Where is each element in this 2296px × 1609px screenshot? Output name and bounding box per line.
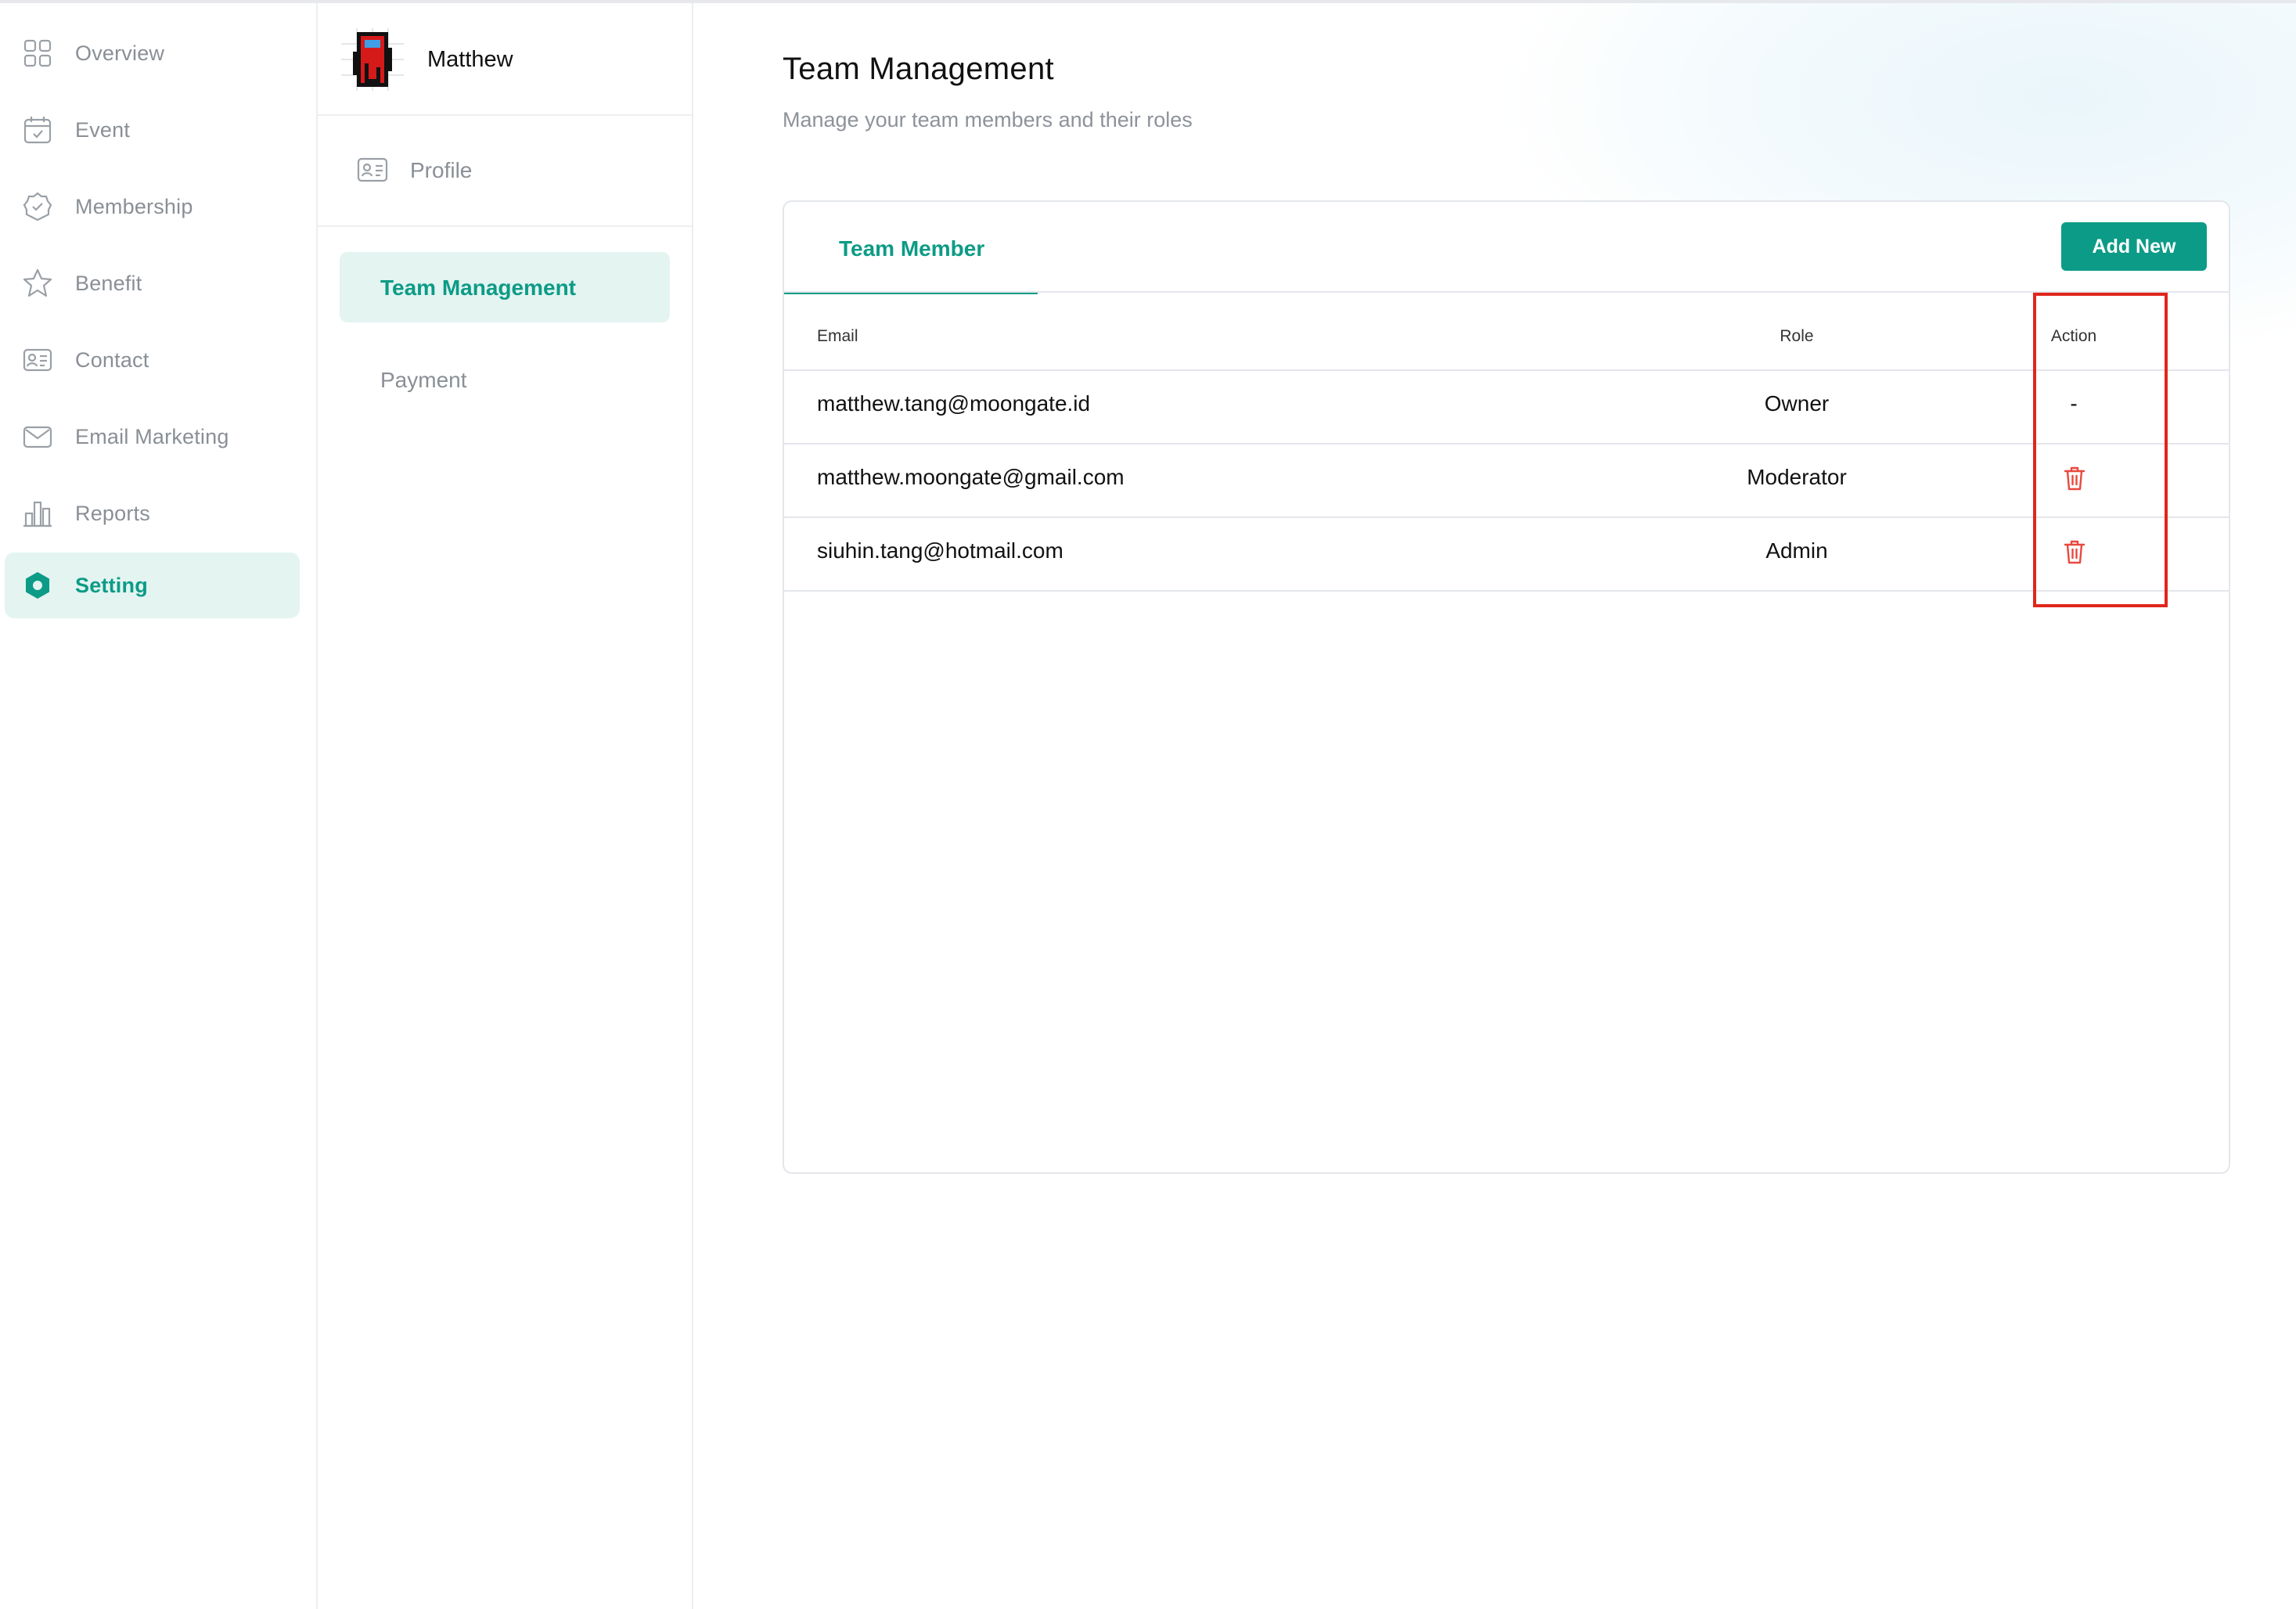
row-divider (784, 517, 2229, 518)
nav-item-contact[interactable]: Contact (5, 327, 300, 393)
app-window: Overview Event Membership Benefit Contac… (0, 0, 2296, 1609)
username: Matthew (427, 47, 513, 72)
row-divider (784, 590, 2229, 592)
page-subtitle: Manage your team members and their roles (783, 108, 1193, 131)
user-header: Matthew (318, 3, 692, 116)
tab-team-member[interactable]: Team Member (784, 202, 1038, 294)
hexagon-icon (22, 570, 53, 601)
bar-chart-icon (22, 498, 53, 529)
badge-check-icon (22, 191, 53, 222)
nav-label: Email Marketing (75, 424, 229, 448)
row-divider (784, 369, 2229, 371)
nav-label: Overview (75, 41, 165, 65)
profile-menu-item[interactable]: Profile (318, 116, 692, 227)
nav-item-email-marketing[interactable]: Email Marketing (5, 404, 300, 470)
tab-label: Team Member (839, 236, 985, 261)
role-cell: Owner (1764, 391, 1830, 416)
page-title: Team Management (783, 52, 1054, 86)
menu-label: Team Management (380, 275, 576, 300)
mail-icon (22, 421, 53, 452)
tab-divider (784, 291, 2229, 293)
column-header-email: Email (817, 327, 858, 345)
nav-item-setting[interactable]: Setting (5, 553, 300, 618)
column-header-role: Role (1780, 327, 1814, 345)
star-icon (22, 268, 53, 299)
settings-sidebar: Matthew Profile Team Management Payment (318, 3, 693, 1609)
nav-label: Reports (75, 501, 150, 525)
main-content: Team Management Manage your team members… (693, 3, 2296, 1609)
add-new-button[interactable]: Add New (2061, 222, 2207, 271)
id-card-icon (357, 157, 388, 183)
profile-label: Profile (410, 158, 473, 182)
grid-icon (22, 38, 53, 69)
nav-item-event[interactable]: Event (5, 97, 300, 163)
menu-label: Payment (380, 368, 467, 392)
id-card-icon (22, 344, 53, 376)
nav-label: Benefit (75, 271, 142, 295)
nav-label: Contact (75, 347, 149, 372)
calendar-check-icon (22, 114, 53, 146)
avatar[interactable] (341, 28, 404, 91)
nav-label: Membership (75, 194, 193, 218)
team-card: Team Member Add New Email Role Action ma… (783, 200, 2230, 1174)
email-cell: siuhin.tang@hotmail.com (817, 538, 1063, 563)
action-column-highlight (2033, 293, 2168, 607)
nav-item-reports[interactable]: Reports (5, 481, 300, 546)
role-cell: Moderator (1747, 465, 1847, 489)
nav-label: Setting (75, 573, 148, 597)
nav-item-overview[interactable]: Overview (5, 20, 300, 86)
email-cell: matthew.moongate@gmail.com (817, 465, 1125, 489)
nav-item-membership[interactable]: Membership (5, 174, 300, 239)
email-cell: matthew.tang@moongate.id (817, 391, 1091, 416)
nav-item-benefit[interactable]: Benefit (5, 250, 300, 316)
menu-item-payment[interactable]: Payment (340, 344, 670, 415)
role-cell: Admin (1765, 538, 1828, 563)
nav-label: Event (75, 117, 131, 142)
menu-item-team-management[interactable]: Team Management (340, 252, 670, 322)
row-divider (784, 443, 2229, 445)
primary-nav: Overview Event Membership Benefit Contac… (0, 3, 318, 1609)
